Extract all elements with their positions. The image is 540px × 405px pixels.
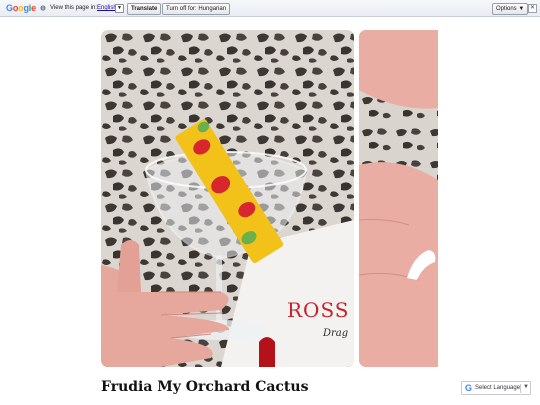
translate-prompt: View this page in: bbox=[50, 5, 97, 11]
google-logo: Google bbox=[6, 3, 36, 13]
gallery-photo-1[interactable]: ROSS Drag bbox=[101, 30, 354, 367]
select-language-label: Select Language bbox=[475, 385, 521, 391]
photo-1-image: ROSS Drag bbox=[101, 30, 354, 367]
select-language-dropdown[interactable]: G Select Language ▼ bbox=[461, 381, 531, 395]
chevron-down-icon: ▼ bbox=[523, 384, 529, 390]
language-dropdown-arrow[interactable]: ▼ bbox=[115, 4, 124, 13]
google-translate-bar: Google View this page in: English ▼ Tran… bbox=[0, 0, 540, 17]
divider bbox=[520, 384, 521, 393]
close-icon[interactable]: ✕ bbox=[528, 4, 537, 13]
gallery-photo-2[interactable] bbox=[359, 30, 438, 367]
turn-off-button[interactable]: Turn off for: Hungarian bbox=[162, 3, 231, 15]
google-g-icon: G bbox=[465, 383, 473, 393]
translate-button[interactable]: Translate bbox=[127, 3, 162, 15]
info-icon bbox=[40, 5, 46, 11]
language-link[interactable]: English bbox=[97, 5, 117, 11]
post-title[interactable]: Frudia My Orchard Cactus bbox=[101, 379, 308, 395]
options-button[interactable]: Options ▼ bbox=[492, 3, 529, 15]
photo-2-image bbox=[359, 30, 438, 367]
brand-text: ROSS bbox=[287, 298, 350, 322]
script-text: Drag bbox=[322, 328, 348, 339]
